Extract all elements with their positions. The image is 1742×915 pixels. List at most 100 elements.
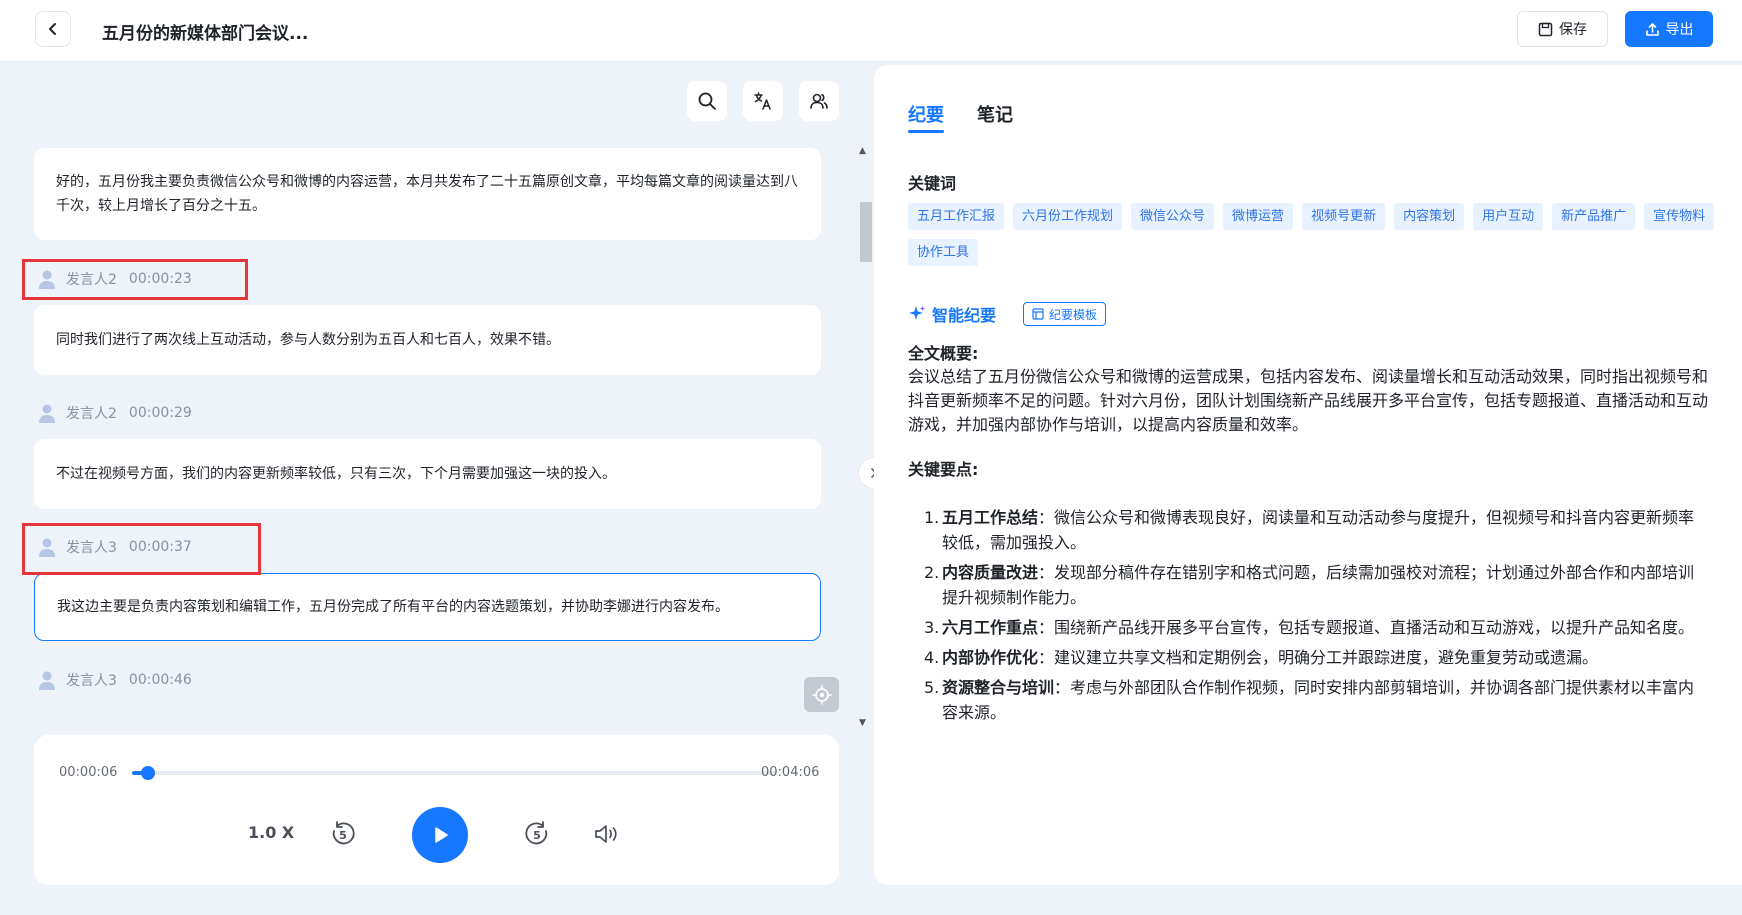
play-icon [435,827,448,843]
key-point-item: 2. 内容质量改进：发现部分稿件存在错别字和格式问题，后续需加强校对流程；计划通… [908,560,1708,610]
key-point-text: ：发现部分稿件存在错别字和格式问题，后续需加强校对流程；计划通过外部合作和内部培… [942,563,1695,607]
keyword-list: 五月工作汇报 六月份工作规划 微信公众号 微博运营 视频号更新 内容策划 用户互… [908,203,1718,266]
user-avatar-icon [39,671,55,690]
upload-icon [1645,22,1659,36]
key-point-text: ：建议建立共享文档和定期例会，明确分工并跟踪进度，避免重复劳动或遗漏。 [1038,648,1599,667]
transcript-bubble[interactable]: 不过在视频号方面，我们的内容更新频率较低，只有三次，下个月需要加强这一块的投入。 [34,439,821,509]
key-point-text: ：围绕新产品线开展多平台宣传，包括专题报道、直播活动和互动游戏，以提升产品知名度… [1038,618,1695,637]
summary-text: 会议总结了五月份微信公众号和微博的运营成果，包括内容发布、阅读量增长和互动活动效… [908,367,1709,434]
annotation-highlight-box [22,523,261,575]
export-label: 导出 [1665,22,1694,38]
audio-player: 00:00:06 00:04:06 1.0 X 5 5 [34,735,839,885]
key-point-item: 3. 六月工作重点：围绕新产品线开展多平台宣传，包括专题报道、直播活动和互动游戏… [908,615,1708,640]
locate-current-button[interactable] [804,677,839,712]
speaker-row[interactable]: 发言人2 00:00:29 [22,393,192,433]
scrollbar-thumb[interactable] [860,202,872,262]
forward-button[interactable]: 5 [522,819,552,849]
transcript-text: 好的，五月份我主要负责微信公众号和微博的内容运营，本月共发布了二十五篇原创文章，… [56,174,798,214]
summary-heading: 全文概要: [908,344,979,363]
key-point-number: 2. [924,563,940,582]
transcript-bubble-active[interactable]: 我这边主要是负责内容策划和编辑工作，五月份完成了所有平台的内容选题策划，并协助李… [34,573,821,641]
forward-seconds: 5 [533,829,541,842]
search-button[interactable] [687,81,727,121]
speaker-name: 发言人2 [66,406,117,422]
ai-summary-title: 智能纪要 [908,302,996,326]
keyword-chip[interactable]: 六月份工作规划 [1013,203,1123,230]
summary-template-button[interactable]: 纪要模板 [1023,302,1107,326]
transcript-list[interactable]: 好的，五月份我主要负责微信公众号和微博的内容运营，本月共发布了二十五篇原创文章，… [22,145,822,705]
tab-notes[interactable]: 笔记 [977,101,1013,127]
top-bar: 五月份的新媒体部门会议... 保存 导出 [0,0,1742,62]
volume-icon [595,825,617,843]
scroll-up-arrow[interactable]: ▲ [859,146,866,156]
key-points-list: 1. 五月工作总结：微信公众号和微博表现良好，阅读量和互动活动参与度提升，但视频… [908,505,1708,730]
translate-icon [754,92,771,110]
transcript-bubble[interactable]: 好的，五月份我主要负责微信公众号和微博的内容运营，本月共发布了二十五篇原创文章，… [34,148,821,240]
annotation-highlight-box [22,259,248,300]
keyword-chip[interactable]: 内容策划 [1394,203,1465,230]
key-point-text: ：微信公众号和微博表现良好，阅读量和互动活动参与度提升，但视频号和抖音内容更新频… [942,508,1695,552]
progress-slider[interactable] [132,766,778,780]
speaker-timestamp[interactable]: 00:00:29 [129,405,192,421]
key-point-text: ：考虑与外部团队合作制作视频，同时安排内部剪辑培训，并协调各部门提供素材以丰富内… [942,678,1695,722]
key-point-item: 4. 内部协作优化：建议建立共享文档和定期例会，明确分工并跟踪进度，避免重复劳动… [908,645,1708,670]
page-title: 五月份的新媒体部门会议... [102,24,309,44]
export-button[interactable]: 导出 [1625,11,1713,47]
summary-template-label: 纪要模板 [1049,307,1098,322]
translate-button[interactable] [743,81,783,121]
total-time: 00:04:06 [761,765,820,780]
play-button[interactable] [412,807,468,863]
speaker-name: 发言人3 [66,673,117,689]
progress-knob[interactable] [140,766,155,780]
key-point-item: 5. 资源整合与培训：考虑与外部团队合作制作视频，同时安排内部剪辑培训，并协调各… [908,675,1708,725]
search-icon [698,92,716,110]
key-point-title: 资源整合与培训 [942,678,1055,697]
keyword-chip[interactable]: 五月工作汇报 [908,203,1005,230]
active-tab-indicator [908,130,944,133]
key-point-number: 3. [924,618,940,637]
key-point-title: 内部协作优化 [942,648,1039,667]
transcript-text: 不过在视频号方面，我们的内容更新频率较低，只有三次，下个月需要加强这一块的投入。 [56,466,616,482]
key-point-number: 1. [924,508,940,527]
speaker-row[interactable]: 发言人3 00:00:46 [22,660,192,700]
rewind-seconds: 5 [339,829,347,842]
scroll-down-arrow[interactable]: ▼ [859,718,866,728]
keyword-chip[interactable]: 宣传物料 [1644,203,1715,230]
save-label: 保存 [1559,22,1587,38]
crosshair-icon [811,684,832,705]
key-point-title: 内容质量改进 [942,563,1039,582]
key-points-heading: 关键要点: [908,460,979,479]
sparkle-icon [909,306,925,320]
speaker-manage-button[interactable] [799,81,839,121]
save-icon [1538,22,1553,36]
key-point-title: 五月工作总结 [942,508,1039,527]
keywords-title: 关键词 [908,174,957,193]
save-button[interactable]: 保存 [1517,11,1608,47]
volume-button[interactable] [592,820,622,848]
key-point-item: 1. 五月工作总结：微信公众号和微博表现良好，阅读量和互动活动参与度提升，但视频… [908,505,1708,555]
keyword-chip[interactable]: 微博运营 [1223,203,1294,230]
rewind-button[interactable]: 5 [328,819,358,849]
keyword-chip[interactable]: 协作工具 [908,239,979,266]
key-point-number: 4. [924,648,940,667]
keyword-chip[interactable]: 视频号更新 [1302,203,1386,230]
key-point-title: 六月工作重点 [942,618,1039,637]
summary-panel: 纪要 笔记 关键词 五月工作汇报 六月份工作规划 微信公众号 微博运营 视频号更… [874,65,1742,885]
transcript-bubble[interactable]: 同时我们进行了两次线上互动活动，参与人数分别为五百人和七百人，效果不错。 [34,305,821,375]
chevron-left-icon [49,23,56,35]
transcript-text: 同时我们进行了两次线上互动活动，参与人数分别为五百人和七百人，效果不错。 [56,332,560,348]
speaker-timestamp[interactable]: 00:00:46 [129,672,192,688]
playback-speed-button[interactable]: 1.0 X [248,823,294,842]
keyword-chip[interactable]: 微信公众号 [1131,203,1215,230]
current-time: 00:00:06 [59,765,118,780]
ai-summary-label: 智能纪要 [932,306,997,325]
keyword-chip[interactable]: 新产品推广 [1552,203,1636,230]
rewind-5-icon: 5 [332,821,355,845]
back-button[interactable] [35,11,71,47]
key-point-number: 5. [924,678,940,697]
users-icon [810,93,828,109]
tab-summary[interactable]: 纪要 [908,101,944,127]
template-icon [1032,308,1044,320]
keyword-chip[interactable]: 用户互动 [1473,203,1544,230]
forward-5-icon: 5 [525,821,548,845]
